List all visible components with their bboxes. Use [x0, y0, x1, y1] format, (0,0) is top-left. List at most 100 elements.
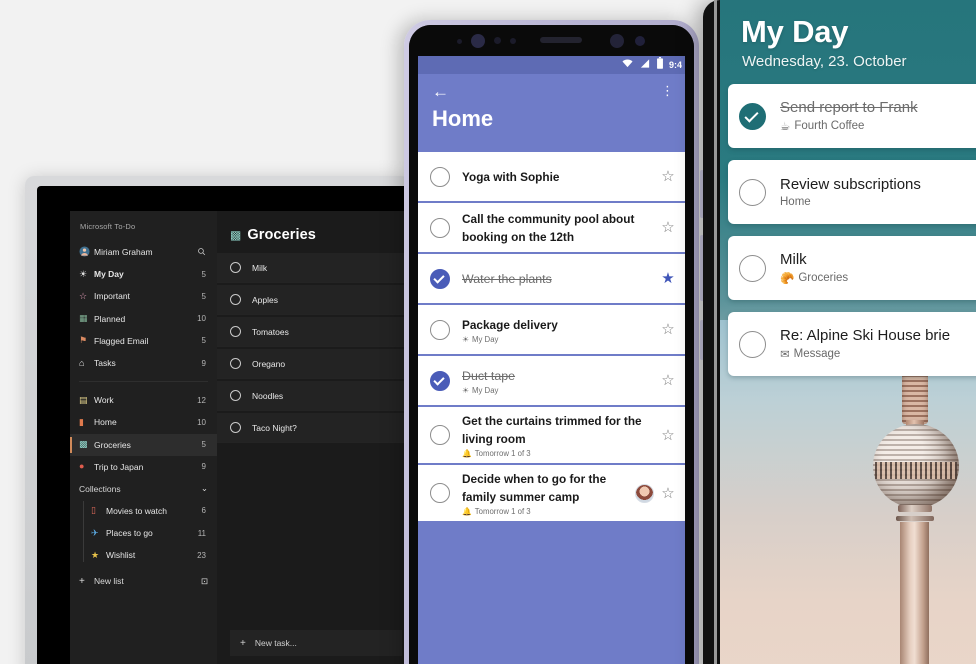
checkbox-circle-icon[interactable] — [430, 483, 450, 503]
sidebar-item-count: 6 — [201, 506, 206, 516]
star-icon[interactable]: ☆ — [659, 322, 677, 337]
list-item[interactable]: Call the community pool about booking on… — [418, 203, 685, 252]
sidebar-item-trip-to-japan[interactable]: ● Trip to Japan 9 — [70, 456, 217, 478]
overflow-menu-icon[interactable]: ⋮ — [661, 84, 674, 97]
list-item[interactable]: Duct tape ☀ My Day ☆ — [418, 356, 685, 405]
sun-icon: ☀ — [79, 268, 88, 279]
sidebar-item-count: 9 — [201, 462, 206, 472]
laptop-screen: Microsoft To-Do Miriam Graham ☀ My Day 5… — [37, 186, 410, 664]
sensor-dot-icon — [510, 38, 516, 44]
star-icon: ★ — [91, 549, 100, 560]
phone-device: 9:4 ← ⋮ Home Yoga with Sophie ☆ Call the… — [404, 20, 704, 664]
checkbox-checked-icon[interactable] — [430, 268, 450, 289]
star-icon[interactable]: ☆ — [659, 169, 677, 184]
flag-icon: ⚑ — [79, 335, 88, 346]
avatar-icon — [79, 246, 94, 259]
calendar-icon: ▦ — [79, 313, 88, 324]
checkbox-circle-icon[interactable] — [739, 254, 766, 282]
sidebar-item-places-to-go[interactable]: ✈ Places to go 11 — [82, 522, 217, 544]
earpiece-icon — [540, 37, 582, 43]
sidebar-item-my-day[interactable]: ☀ My Day 5 — [70, 263, 217, 285]
sidebar-item-groceries[interactable]: ▩ Groceries 5 — [70, 433, 217, 456]
sidebar-item-tasks[interactable]: ⌂ Tasks 9 — [70, 352, 217, 374]
star-icon[interactable]: ☆ — [659, 373, 677, 388]
list-item[interactable]: Send report to Frank ☕ Fourth Coffee — [728, 84, 976, 148]
sensor-dot-icon — [494, 37, 501, 44]
list-item[interactable]: Water the plants ★ — [418, 254, 685, 303]
star-icon[interactable]: ☆ — [659, 486, 677, 501]
sidebar-item-work[interactable]: ▤ Work 12 — [70, 389, 217, 411]
sidebar-item-planned[interactable]: ▦ Planned 10 — [70, 308, 217, 330]
checkbox-circle-icon[interactable] — [430, 166, 450, 187]
list-item[interactable]: Decide when to go for the family summer … — [418, 465, 685, 521]
list-item[interactable]: Package delivery ☀ My Day ☆ — [418, 305, 685, 354]
new-task-input[interactable]: + New task... — [230, 630, 402, 656]
back-arrow-icon[interactable]: ← — [432, 83, 449, 100]
sidebar-item-label: Movies to watch — [106, 505, 167, 516]
briefcase-icon: ▤ — [79, 394, 88, 405]
checkbox-circle-icon[interactable] — [230, 326, 241, 337]
checkbox-circle-icon[interactable] — [739, 330, 766, 358]
checkbox-circle-icon[interactable] — [430, 425, 450, 445]
table-row[interactable]: Apples — [217, 285, 410, 315]
new-task-placeholder: New task... — [254, 638, 297, 648]
checkbox-circle-icon[interactable] — [230, 294, 241, 305]
list-header: ▩ Groceries — [217, 211, 410, 253]
list-item[interactable]: Milk 🥐 Groceries — [728, 236, 976, 300]
popcorn-icon: ▯ — [91, 505, 96, 516]
chevron-down-icon[interactable]: ⌄ — [201, 483, 208, 494]
checkbox-circle-icon[interactable] — [430, 217, 450, 238]
task-title: Call the community pool about booking on… — [462, 211, 635, 244]
list-item[interactable]: Yoga with Sophie ☆ — [418, 152, 685, 201]
table-row[interactable]: Tomatoes — [217, 317, 410, 347]
star-icon[interactable]: ★ — [659, 271, 677, 286]
task-title: Get the curtains trimmed for the living … — [462, 414, 642, 446]
task-title: Water the plants — [462, 271, 552, 286]
sidebar-item-count: 5 — [201, 291, 206, 301]
task-title: Review subscriptions — [780, 176, 921, 193]
table-row[interactable]: Oregano — [217, 349, 410, 379]
star-icon[interactable]: ☆ — [659, 220, 677, 235]
task-title: Decide when to go for the family summer … — [462, 472, 607, 504]
sensor-dot-icon — [457, 39, 462, 44]
sidebar-item-wishlist[interactable]: ★ Wishlist 23 — [82, 544, 217, 566]
list-item[interactable]: Get the curtains trimmed for the living … — [418, 407, 685, 463]
task-title: Re: Alpine Ski House brie — [780, 327, 951, 344]
task-content: Milk 🥐 Groceries — [780, 251, 976, 285]
sidebar-item-label: Places to go — [106, 528, 153, 539]
sidebar-item-important[interactable]: ☆ Important 5 — [70, 285, 217, 307]
table-row[interactable]: Noodles — [217, 381, 410, 411]
task-content: Yoga with Sophie — [462, 168, 659, 186]
sidebar-item-count: 5 — [201, 269, 206, 279]
search-icon[interactable] — [197, 247, 208, 258]
checkbox-checked-icon[interactable] — [739, 102, 766, 130]
collections-header[interactable]: Collections ⌄ — [70, 478, 217, 500]
checkbox-circle-icon[interactable] — [230, 422, 241, 433]
checkbox-circle-icon[interactable] — [230, 390, 241, 401]
app-bar: ← ⋮ Home — [418, 74, 685, 152]
checkbox-circle-icon[interactable] — [230, 262, 241, 273]
task-content: Call the community pool about booking on… — [462, 210, 659, 246]
sidebar-item-count: 5 — [201, 440, 206, 450]
checkbox-circle-icon[interactable] — [739, 178, 766, 206]
new-group-icon[interactable]: ⊡ — [201, 576, 208, 587]
phone-body: 9:4 ← ⋮ Home Yoga with Sophie ☆ Call the… — [409, 25, 694, 664]
table-row[interactable]: Taco Night? — [217, 413, 410, 443]
new-list-button[interactable]: + New list ⊡ — [70, 570, 217, 592]
task-content: Get the curtains trimmed for the living … — [462, 412, 659, 458]
laptop-device: Microsoft To-Do Miriam Graham ☀ My Day 5… — [25, 176, 410, 664]
collections-group: ▯ Movies to watch 6 ✈ Places to go 11 ★ … — [70, 500, 217, 567]
checkbox-circle-icon[interactable] — [230, 358, 241, 369]
star-icon[interactable]: ☆ — [659, 428, 677, 443]
table-row[interactable]: Milk — [217, 253, 410, 283]
checkbox-circle-icon[interactable] — [430, 319, 450, 340]
sidebar-item-movies-to-watch[interactable]: ▯ Movies to watch 6 — [82, 500, 217, 522]
sidebar-item-flagged-email[interactable]: ⚑ Flagged Email 5 — [70, 330, 217, 352]
sidebar-item-home[interactable]: ▮ Home 10 — [70, 411, 217, 433]
list-item[interactable]: Review subscriptions Home — [728, 160, 976, 224]
task-content: Send report to Frank ☕ Fourth Coffee — [780, 99, 976, 133]
checkbox-checked-icon[interactable] — [430, 370, 450, 391]
sidebar-account[interactable]: Miriam Graham — [70, 241, 217, 263]
task-title: Noodles — [252, 390, 284, 401]
list-item[interactable]: Re: Alpine Ski House brie ✉ Message — [728, 312, 976, 376]
